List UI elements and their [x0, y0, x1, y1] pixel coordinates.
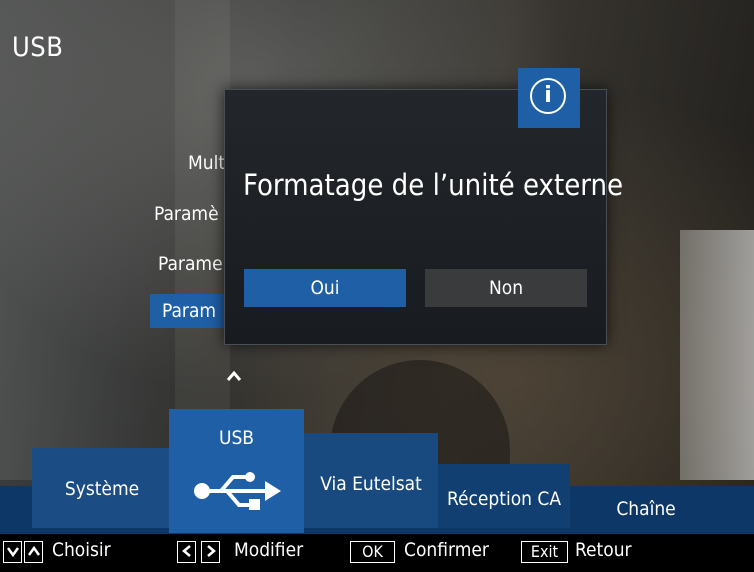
menu-item-settings-2[interactable]: Parame [158, 253, 223, 275]
no-button[interactable]: Non [425, 269, 587, 307]
ok-key-icon: OK [350, 541, 395, 563]
tile-chaine-label: Chaîne [616, 498, 676, 520]
yes-button[interactable]: Oui [244, 269, 406, 307]
chevron-up-icon [226, 370, 242, 381]
help-confirm-label: Confirmer [404, 539, 489, 561]
tile-usb-label: USB [218, 427, 255, 449]
menu-item-multimedia[interactable]: Mult [188, 152, 225, 174]
help-choose-label: Choisir [52, 539, 111, 561]
help-back-label: Retour [575, 539, 632, 561]
left-key-icon [177, 541, 196, 563]
tile-reception-ca[interactable]: Réception CA [438, 464, 570, 528]
tv-screen: USB Mult Paramè Parame Param Formatage d… [0, 0, 754, 572]
exit-key-icon: Exit [521, 541, 568, 563]
tile-reception-ca-label: Réception CA [446, 488, 562, 510]
help-modify-label: Modifier [234, 539, 304, 561]
usb-icon [194, 472, 281, 510]
menu-item-settings-1[interactable]: Paramè [154, 203, 219, 225]
tile-system[interactable]: Système [32, 448, 172, 528]
background-video [0, 0, 170, 480]
info-badge: i [518, 68, 580, 128]
right-key-icon [201, 541, 220, 563]
tile-via-eutelsat[interactable]: Via Eutelsat [304, 433, 438, 528]
tile-usb[interactable]: USB [169, 409, 304, 533]
info-icon: i [530, 78, 566, 114]
background-video-window [680, 230, 754, 480]
down-key-icon [3, 541, 22, 563]
up-key-icon [24, 541, 43, 563]
tile-via-eutelsat-label: Via Eutelsat [320, 473, 422, 495]
dialog-message: Formatage de l’unité externe [243, 168, 624, 202]
tile-system-label: Système [64, 478, 140, 500]
page-title: USB [12, 32, 64, 63]
tile-chaine[interactable]: Chaîne [570, 486, 722, 532]
